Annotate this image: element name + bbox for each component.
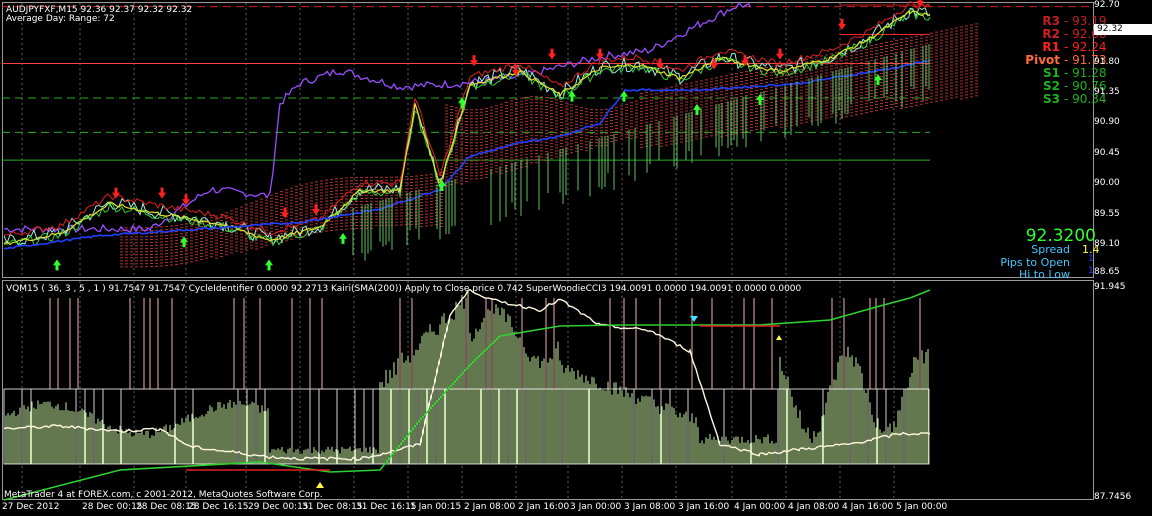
pivot-value-r1: - 92.24 [1064, 40, 1107, 54]
indicator-up-arrow [316, 482, 324, 488]
price-axis-label: 89.10 [1094, 239, 1120, 249]
sell-arrow [548, 48, 556, 60]
indicator-header: VQM15 ( 36, 3 , 5 , 1 ) 91.7547 91.7547 … [6, 284, 802, 294]
average-day-info: Average Day: Range: 72 [6, 14, 115, 24]
sell-arrow [838, 18, 846, 30]
sell-arrow [312, 204, 320, 216]
buy-arrow [693, 103, 701, 115]
price-axis-label: 90.90 [1094, 117, 1120, 127]
hi-to-low-value: 1 [1088, 266, 1094, 276]
time-axis-label: 31 Dec 16:15 [356, 502, 417, 512]
buy-arrow [53, 259, 61, 271]
buy-arrow [265, 259, 273, 271]
time-axis-label: 5 Jan 00:00 [896, 502, 948, 512]
price-axis-label: 91.80 [1094, 57, 1120, 67]
price-axis-label: 92.70 [1094, 0, 1120, 10]
price-axis-label: 90.45 [1094, 148, 1120, 158]
time-axis-label: 3 Jan 00:00 [570, 502, 622, 512]
price-axis-label: 90.00 [1094, 178, 1120, 188]
pivot-label-r3: R3 [1042, 14, 1060, 28]
time-axis-label: 4 Jan 08:00 [788, 502, 840, 512]
copyright-footer: MetaTrader 4 at FOREX.com, c 2001-2012, … [4, 490, 323, 500]
indicator-up-arrow [776, 335, 782, 340]
time-axis-label: 3 Jan 16:00 [678, 502, 730, 512]
buy-arrow [620, 90, 628, 102]
sell-arrow [158, 187, 166, 199]
spread-label: Spread [1031, 243, 1070, 256]
time-axis-label: 4 Jan 00:00 [734, 502, 786, 512]
chart-window[interactable]: AUDJPYFXF,M15 92.36 92.37 92.32 92.32 Av… [0, 0, 1152, 516]
chart-drawing [2, 0, 1092, 501]
buy-arrow [339, 232, 347, 244]
sell-arrow [112, 187, 120, 199]
hi-to-low-label: Hi to Low [1018, 268, 1070, 281]
sell-arrow [776, 48, 784, 60]
pivot-label-r1: R1 [1042, 40, 1060, 54]
time-axis-label: 2 Jan 08:00 [464, 502, 516, 512]
indicator-down-arrow [690, 316, 698, 322]
pivot-label-s2: S2 [1043, 79, 1060, 93]
pivot-label-r2: R2 [1042, 27, 1060, 41]
oscillator-line [3, 288, 931, 461]
price-axis-label: 89.55 [1094, 209, 1120, 219]
time-axis-label: 2 Jan 16:00 [518, 502, 570, 512]
price-axis-label: 91.35 [1094, 87, 1120, 97]
pivot-label-s3: S3 [1043, 92, 1060, 106]
time-axis-label: 4 Jan 16:00 [842, 502, 894, 512]
sell-arrow [470, 55, 478, 67]
time-axis-label: 27 Dec 2012 [2, 502, 60, 512]
pivot-value-s1: - 91.28 [1064, 66, 1107, 80]
time-axis-label: 28 Dec 00:15 [82, 502, 143, 512]
time-axis-label: 31 Dec 08:15 [302, 502, 363, 512]
buy-arrow [568, 90, 576, 102]
sub-axis-bottom: 87.7456 [1094, 492, 1132, 502]
pips-to-open-value: 1 [1088, 254, 1094, 264]
price-axis-label: 88.65 [1094, 267, 1120, 277]
time-axis-label: 1 Jan 00:15 [410, 502, 462, 512]
time-axis-label: 3 Jan 08:00 [624, 502, 676, 512]
pivot-label-pivot: Pivot [1025, 53, 1060, 67]
time-axis-label: 28 Dec 16:15 [188, 502, 249, 512]
kairi-line [3, 289, 931, 501]
sub-axis-top: 91.945 [1094, 282, 1126, 292]
current-price-tag: 92.32 [1094, 24, 1152, 35]
time-axis-label: 29 Dec 00:15 [248, 502, 309, 512]
pivot-label-s1: S1 [1043, 66, 1060, 80]
